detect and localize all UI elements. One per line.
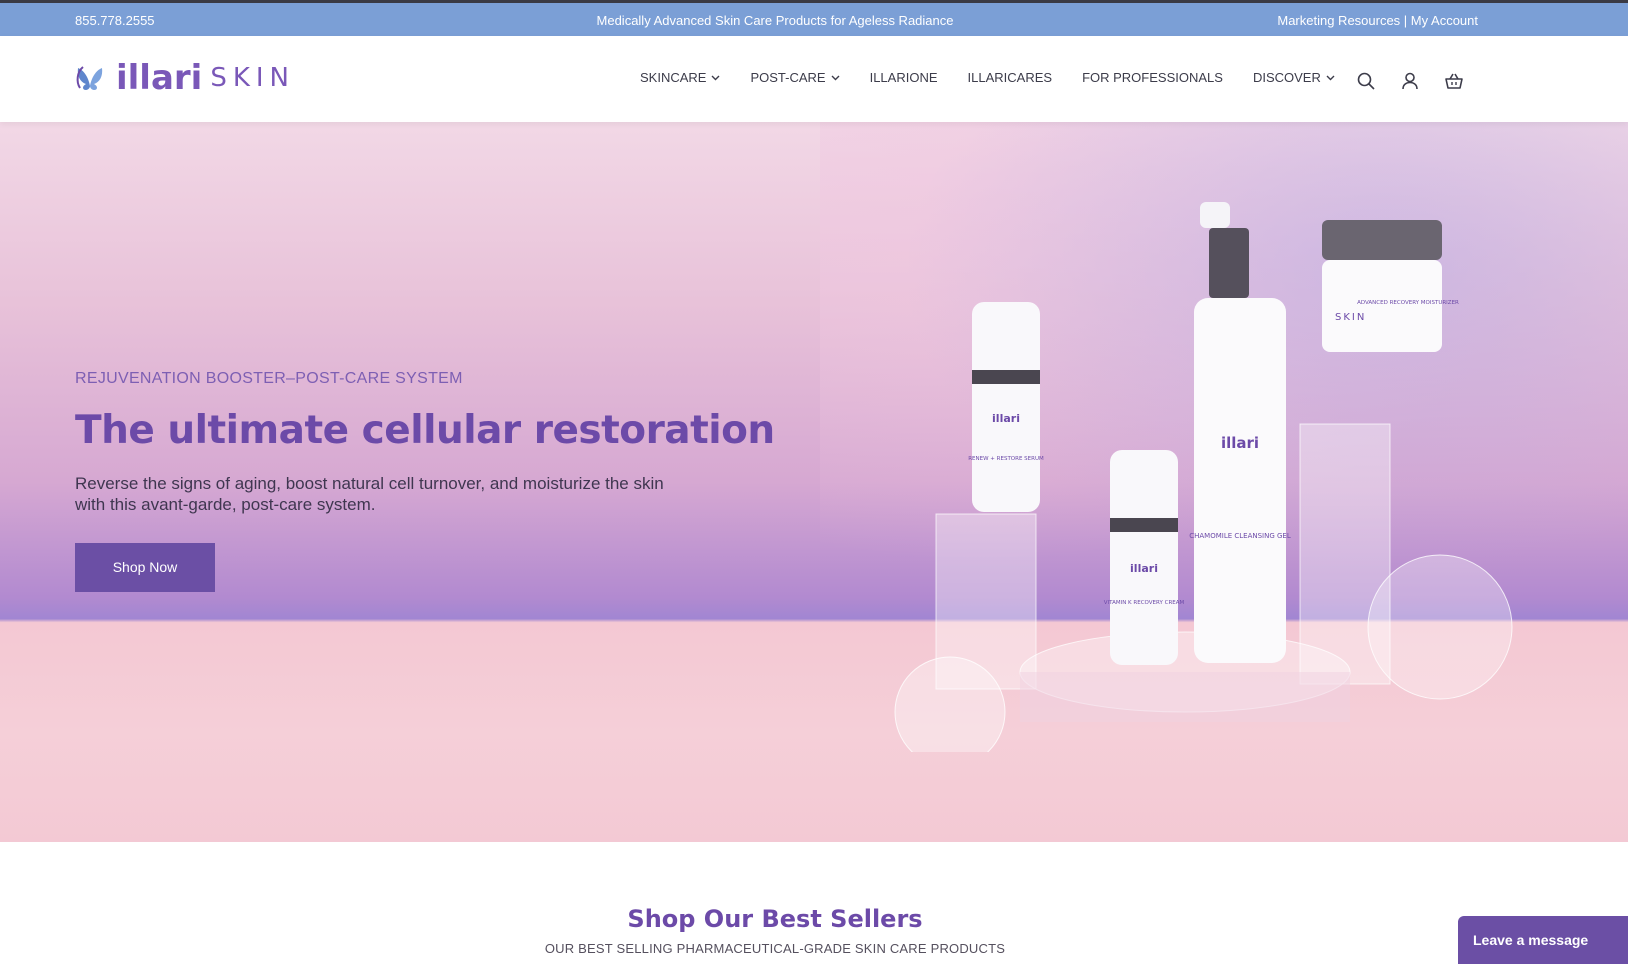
account-icon[interactable] (1399, 70, 1421, 92)
nav-label: SKINCARE (640, 70, 707, 85)
hero-headline: The ultimate cellular restoration (75, 408, 775, 453)
marketing-resources-link[interactable]: Marketing Resources (1277, 13, 1400, 28)
best-sellers-subtitle: OUR BEST SELLING PHARMACEUTICAL-GRADE SK… (544, 941, 1006, 956)
chevron-down-icon (1326, 75, 1335, 80)
header-actions (1355, 70, 1465, 92)
nav-illarione[interactable]: ILLARIONE (870, 70, 938, 85)
butterfly-logo-icon (76, 66, 103, 90)
logo-sub: SKIN (210, 63, 295, 93)
hero-subtext: Reverse the signs of aging, boost natura… (75, 474, 664, 514)
search-icon[interactable] (1355, 70, 1377, 92)
moisturizer-label: ADVANCED RECOVERY MOISTURIZER (1357, 300, 1459, 306)
best-sellers-section: Shop Our Best Sellers OUR BEST SELLING P… (0, 905, 1550, 956)
site-header: illari SKIN SKINCARE POST-CARE ILLARIONE… (0, 36, 1628, 122)
nav-label: ILLARICARES (967, 70, 1053, 85)
product-image: illari RENEW + RESTORE SERUM illari VITA… (894, 202, 1513, 752)
nav-for-professionals[interactable]: FOR PROFESSIONALS (1082, 70, 1223, 85)
logo[interactable]: illari SKIN (74, 58, 295, 98)
serum-label: RENEW + RESTORE SERUM (968, 456, 1044, 462)
hero-banner: REJUVENATION BOOSTER–POST-CARE SYSTEM Th… (0, 122, 1628, 842)
nav-discover[interactable]: DISCOVER (1253, 70, 1335, 85)
utility-links: Marketing Resources | My Account (1277, 13, 1478, 28)
nav-post-care[interactable]: POST-CARE (750, 70, 840, 85)
nav-label: ILLARIONE (869, 70, 938, 85)
leave-message-button[interactable]: Leave a message (1458, 916, 1628, 964)
nav-illaricares[interactable]: ILLARICARES (968, 70, 1053, 85)
nav-label: DISCOVER (1252, 70, 1321, 85)
hero-eyebrow: REJUVENATION BOOSTER–POST-CARE SYSTEM (75, 370, 463, 387)
hero-content: REJUVENATION BOOSTER–POST-CARE SYSTEM Th… (75, 370, 775, 592)
logo-wordmark: illari (116, 58, 203, 98)
cream-brand: illari (1130, 562, 1158, 575)
chevron-down-icon (831, 75, 840, 80)
utility-separator: | (1400, 13, 1411, 28)
main-nav: SKINCARE POST-CARE ILLARIONE ILLARICARES… (640, 70, 1335, 85)
nav-label: POST-CARE (750, 70, 826, 85)
my-account-link[interactable]: My Account (1411, 13, 1478, 28)
gel-brand: illari (1221, 434, 1259, 452)
chevron-down-icon (711, 75, 720, 80)
nav-label: FOR PROFESSIONALS (1082, 70, 1223, 85)
cart-icon[interactable] (1443, 70, 1465, 92)
serum-brand: illari (992, 412, 1020, 425)
nav-skincare[interactable]: SKINCARE (640, 70, 720, 85)
cream-label: VITAMIN K RECOVERY CREAM (1104, 600, 1185, 606)
moisturizer-brand-sub: SKIN (1335, 312, 1366, 323)
shop-now-button[interactable]: Shop Now (75, 543, 215, 592)
gel-label: CHAMOMILE CLEANSING GEL (1189, 532, 1291, 540)
best-sellers-title: Shop Our Best Sellers (627, 905, 923, 933)
announcement-bar: 855.778.2555 Medically Advanced Skin Car… (0, 3, 1628, 36)
